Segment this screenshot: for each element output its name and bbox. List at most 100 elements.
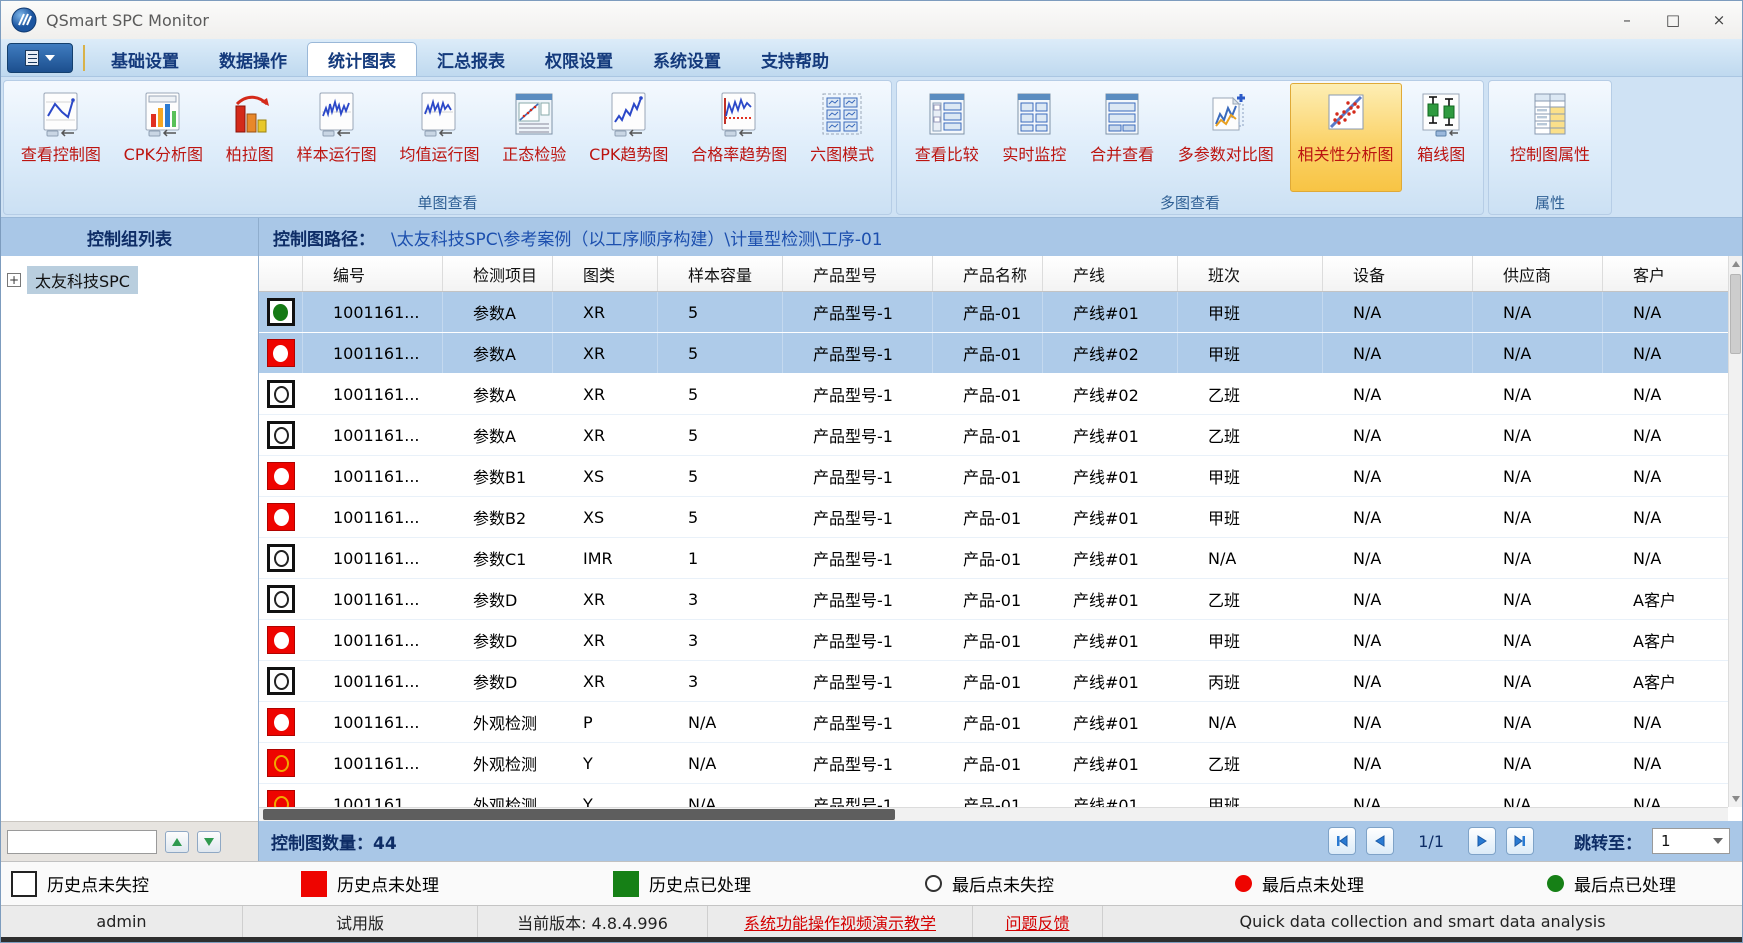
table-row[interactable]: 1001161... 参数C1 IMR 1 产品型号-1 产品-01 产线#01 N/A N/A… [259, 538, 1728, 579]
pass-rate-trend-button[interactable]: 合格率趋势图 [683, 83, 795, 192]
mean-run-icon [416, 90, 462, 138]
cell-设备: N/A [1353, 589, 1382, 609]
tab-5[interactable]: 权限设置 [525, 42, 633, 76]
table-row[interactable]: 1001161... 参数A XR 5 产品型号-1 产品-01 产线#01 甲班 N/A N/A… [259, 292, 1728, 333]
table-row[interactable]: 1001161... 参数D XR 3 产品型号-1 产品-01 产线#01 甲班 N/A N/A… [259, 620, 1728, 661]
status-link[interactable]: 系统功能操作视频演示教学 [744, 910, 936, 934]
ribbon-button-label: 六图模式 [810, 145, 875, 164]
move-up-button[interactable] [165, 830, 189, 853]
tab-2[interactable]: 数据操作 [199, 42, 307, 76]
cell-编号: 1001161... [333, 425, 420, 445]
search-input[interactable] [7, 829, 157, 854]
table-row[interactable]: 1001161... 参数A XR 5 产品型号-1 产品-01 产线#02 甲班 N/A N/A… [259, 333, 1728, 374]
column-header-7[interactable]: 产线 [1043, 256, 1178, 291]
table-row[interactable]: 1001161 外观检测 Y N/A 产品型号-1 产品-01 产线#01 甲班 N/A N/A N… [259, 784, 1728, 807]
realtime-monitor-button[interactable]: 实时监控 [994, 83, 1074, 192]
move-down-button[interactable] [197, 830, 221, 853]
cell-样本容量: N/A [688, 753, 717, 773]
horizontal-scrollbar[interactable] [259, 807, 1728, 821]
view-control-chart-button[interactable]: 查看控制图 [13, 83, 109, 192]
cpk-trend-button[interactable]: CPK趋势图 [581, 83, 676, 192]
ribbon-button-label: 合格率趋势图 [691, 145, 788, 164]
cell-产线: 产线#02 [1073, 386, 1139, 405]
cell-检测项目: 参数B2 [473, 509, 527, 528]
normality-test-button[interactable]: 正态检验 [494, 83, 574, 192]
table-row[interactable]: 1001161... 参数D XR 3 产品型号-1 产品-01 产线#01 丙班 N/A N/A… [259, 661, 1728, 702]
chart-properties-button[interactable]: 控制图属性 [1502, 83, 1598, 192]
cell-产品名称: 产品-01 [963, 673, 1022, 692]
status-segment-2: 试用版 [243, 906, 478, 937]
column-header-6[interactable]: 产品名称 [933, 256, 1043, 291]
row-status-cell [259, 784, 303, 807]
vertical-scrollbar[interactable] [1728, 256, 1742, 807]
jump-page-select[interactable]: 1 [1652, 828, 1730, 854]
cell-检测项目: 参数D [473, 591, 518, 610]
column-header-8[interactable]: 班次 [1178, 256, 1323, 291]
cell-班次: 甲班 [1178, 292, 1323, 332]
box-plot-button[interactable]: 箱线图 [1409, 83, 1473, 192]
scroll-up-arrow-icon[interactable] [1729, 256, 1742, 272]
merged-view-button[interactable]: 合并查看 [1082, 83, 1162, 192]
six-chart-mode-button[interactable]: 六图模式 [802, 83, 882, 192]
cpk-analysis-button[interactable]: CPK分析图 [116, 83, 211, 192]
column-header-2[interactable]: 检测项目 [443, 256, 553, 291]
row-status-cell [259, 702, 303, 742]
app-menu-button[interactable] [7, 43, 73, 73]
table-row[interactable]: 1001161... 参数B2 XS 5 产品型号-1 产品-01 产线#01 甲班 N/A N/… [259, 497, 1728, 538]
horizontal-scroll-thumb[interactable] [263, 809, 895, 820]
table-row[interactable]: 1001161... 参数A XR 5 产品型号-1 产品-01 产线#01 乙班 N/A N/A… [259, 415, 1728, 456]
tab-4[interactable]: 汇总报表 [417, 42, 525, 76]
prev-page-button[interactable] [1366, 827, 1395, 855]
next-page-button[interactable] [1468, 827, 1496, 855]
cell-班次: 甲班 [1208, 796, 1241, 807]
table-row[interactable]: 1001161... 参数B1 XS 5 产品型号-1 产品-01 产线#01 甲班 N/A N/… [259, 456, 1728, 497]
tab-6[interactable]: 系统设置 [633, 42, 741, 76]
tree-item[interactable]: + 太友科技SPC [7, 266, 252, 294]
ribbon-group-2: 查看比较 实时监控 合并查看 多参数对比图 相关性分析图 箱线图 多图查看 [896, 80, 1484, 215]
tree-expander-icon[interactable]: + [7, 273, 21, 287]
multi-param-compare-button[interactable]: 多参数对比图 [1170, 83, 1282, 192]
tab-7[interactable]: 支持帮助 [741, 42, 849, 76]
tab-3[interactable]: 统计图表 [307, 42, 417, 76]
column-header-5[interactable]: 产品型号 [783, 256, 933, 291]
vertical-scroll-thumb[interactable] [1730, 274, 1741, 354]
table-row[interactable]: 1001161... 外观检测 P N/A 产品型号-1 产品-01 产线#01 N/A N/A… [259, 702, 1728, 743]
column-header-9[interactable]: 设备 [1323, 256, 1473, 291]
status-link[interactable]: 问题反馈 [1005, 910, 1069, 934]
mean-run-button[interactable]: 均值运行图 [391, 83, 487, 192]
sample-run-button[interactable]: 样本运行图 [289, 83, 385, 192]
maximize-button[interactable]: □ [1650, 1, 1696, 39]
column-header-1[interactable]: 编号 [303, 256, 443, 291]
cell-班次: N/A [1208, 712, 1237, 732]
ribbon-button-label: CPK趋势图 [589, 145, 669, 164]
column-header-11[interactable]: 客户 [1603, 256, 1728, 291]
legend-item: 最后点已处理 [1547, 871, 1676, 896]
cell-编号: 1001161... [333, 466, 420, 486]
tab-1[interactable]: 基础设置 [91, 42, 199, 76]
view-compare-button[interactable]: 查看比较 [907, 83, 987, 192]
first-page-button[interactable] [1328, 827, 1357, 855]
scroll-down-arrow-icon[interactable] [1729, 791, 1742, 807]
last-page-button[interactable] [1506, 827, 1534, 855]
correlation-analysis-button[interactable]: 相关性分析图 [1289, 83, 1402, 192]
column-header-3[interactable]: 图类 [553, 256, 658, 291]
table-footer-bar: 控制图数量：44 1/1 跳转至： 1 [259, 821, 1742, 861]
column-header-10[interactable]: 供应商 [1473, 256, 1603, 291]
table-row[interactable]: 1001161... 外观检测 Y N/A 产品型号-1 产品-01 产线#01 乙班 N/A N… [259, 743, 1728, 784]
cell-样本容量: 5 [658, 292, 783, 332]
cell-班次: 乙班 [1208, 755, 1241, 774]
legend-item: 最后点未失控 [925, 871, 1235, 896]
row-status-cell [259, 333, 303, 373]
legend-item: 历史点未处理 [301, 870, 613, 897]
minimize-button[interactable]: – [1604, 1, 1650, 39]
column-header-4[interactable]: 样本容量 [658, 256, 783, 291]
status-red-square-orange-ring-dot-icon [267, 790, 295, 807]
tree-item-label[interactable]: 太友科技SPC [27, 266, 138, 294]
cell-产品型号: 产品型号-1 [783, 333, 933, 373]
table-row[interactable]: 1001161... 参数A XR 5 产品型号-1 产品-01 产线#02 乙班 N/A N/A… [259, 374, 1728, 415]
ribbon-button-label: CPK分析图 [123, 145, 203, 164]
arrow-down-icon [204, 837, 214, 846]
table-row[interactable]: 1001161... 参数D XR 3 产品型号-1 产品-01 产线#01 乙班 N/A N/A… [259, 579, 1728, 620]
pareto-button[interactable]: 柏拉图 [218, 83, 282, 192]
close-button[interactable]: × [1696, 1, 1742, 39]
